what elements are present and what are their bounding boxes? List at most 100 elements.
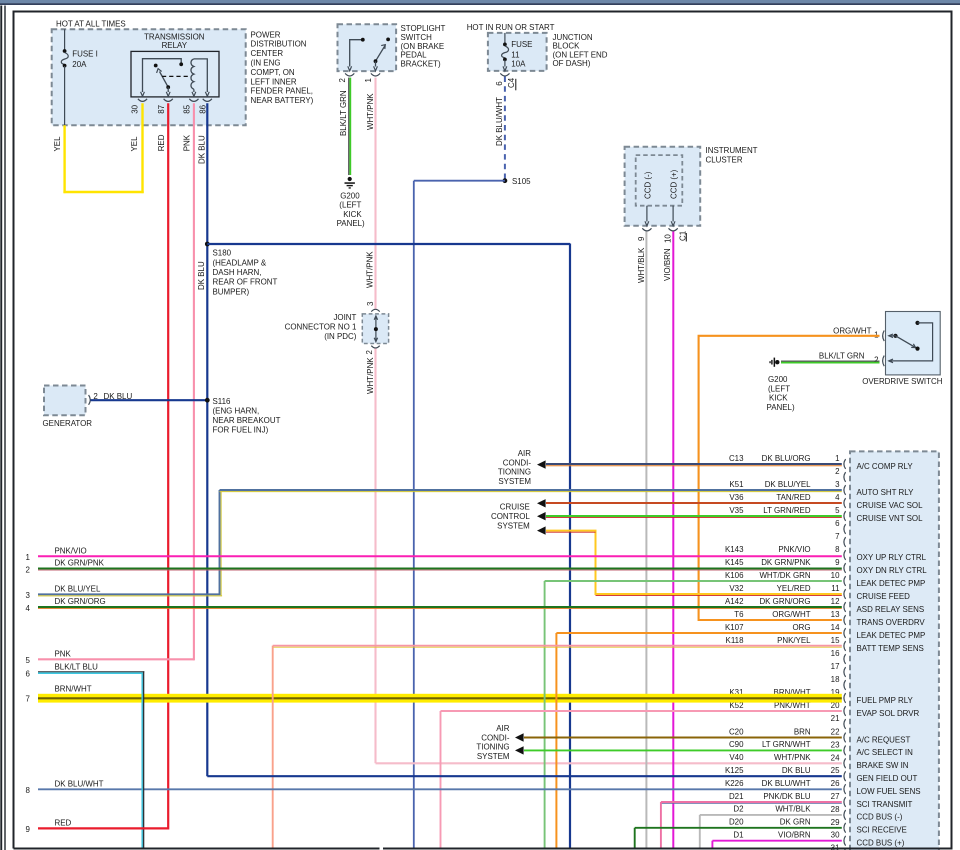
svg-text:7: 7 [26,695,31,704]
svg-text:FUSE: FUSE [511,40,532,49]
svg-text:28: 28 [831,805,840,814]
svg-text:20A: 20A [72,60,87,69]
svg-text:DK BLU/YEL: DK BLU/YEL [765,480,811,489]
svg-text:OXY UP RLY CTRL: OXY UP RLY CTRL [857,553,927,562]
svg-text:ORG: ORG [793,623,811,632]
svg-text:FOR FUEL INJ): FOR FUEL INJ) [213,426,269,435]
svg-text:10: 10 [663,234,672,243]
svg-text:LEFT INNER: LEFT INNER [251,77,297,86]
svg-text:K145: K145 [725,558,744,567]
svg-text:FENDER PANEL,: FENDER PANEL, [251,87,313,96]
svg-text:ORG/WHT: ORG/WHT [833,327,872,336]
svg-text:A/C COMP RLY: A/C COMP RLY [857,462,914,471]
svg-text:29: 29 [831,818,840,827]
svg-text:HOT AT ALL TIMES: HOT AT ALL TIMES [56,19,126,28]
svg-text:WHT/PNK: WHT/PNK [366,93,375,130]
svg-text:3: 3 [366,301,375,306]
svg-text:K107: K107 [725,623,744,632]
svg-text:(IN PDC): (IN PDC) [324,332,357,341]
svg-text:DK BLU/WHT: DK BLU/WHT [762,779,811,788]
svg-text:11: 11 [831,584,840,593]
svg-text:25: 25 [831,766,840,775]
svg-text:D1: D1 [733,831,744,840]
svg-text:D2: D2 [733,805,744,814]
svg-text:DK BLU/YEL: DK BLU/YEL [55,584,101,593]
svg-text:K106: K106 [725,571,744,580]
svg-text:RED: RED [55,819,72,828]
svg-text:9: 9 [26,825,31,834]
svg-text:2: 2 [338,78,347,83]
svg-text:18: 18 [831,675,840,684]
svg-text:V36: V36 [729,493,744,502]
svg-text:A142: A142 [725,597,744,606]
svg-text:T6: T6 [734,610,744,619]
svg-text:6: 6 [495,81,504,86]
svg-text:PANEL): PANEL) [337,219,365,228]
svg-text:KICK: KICK [769,394,788,403]
svg-text:PEDAL: PEDAL [401,51,428,60]
svg-text:CENTER: CENTER [251,49,284,58]
svg-text:BRACKET): BRACKET) [401,59,441,68]
svg-text:C13: C13 [729,454,744,463]
svg-text:CCD (+): CCD (+) [669,169,678,199]
svg-text:(LEFT: (LEFT [339,201,361,210]
svg-text:26: 26 [831,779,840,788]
svg-text:BLOCK: BLOCK [553,42,581,51]
svg-text:AIR: AIR [496,724,509,733]
svg-text:SWITCH: SWITCH [401,33,433,42]
svg-text:(LEFT: (LEFT [768,384,790,393]
svg-text:OVERDRIVE SWITCH: OVERDRIVE SWITCH [862,377,943,386]
svg-text:BLK/LT GRN: BLK/LT GRN [339,90,348,136]
svg-text:YEL/RED: YEL/RED [777,584,811,593]
svg-text:STOPLIGHT: STOPLIGHT [401,24,446,33]
svg-text:CRUISE VNT SOL: CRUISE VNT SOL [857,514,924,523]
svg-text:13: 13 [831,610,840,619]
svg-text:BUMPER): BUMPER) [213,287,250,296]
svg-text:5: 5 [835,506,840,515]
svg-text:PNK/YEL: PNK/YEL [777,636,811,645]
svg-text:17: 17 [831,662,840,671]
svg-text:30: 30 [131,104,140,113]
svg-text:WHT/PNK: WHT/PNK [365,251,374,288]
svg-text:PNK/VIO: PNK/VIO [778,545,810,554]
svg-text:YEL: YEL [130,136,139,152]
svg-text:BRN: BRN [794,727,811,736]
svg-text:8: 8 [835,545,840,554]
svg-text:CONDI-: CONDI- [481,733,510,742]
svg-text:CONDI-: CONDI- [503,458,532,467]
svg-text:DK GRN/PNK: DK GRN/PNK [761,558,811,567]
svg-text:24: 24 [831,753,840,762]
svg-text:K118: K118 [726,636,745,645]
svg-text:9: 9 [637,236,646,241]
svg-text:GENERATOR: GENERATOR [43,419,93,428]
svg-text:BRAKE SW IN: BRAKE SW IN [857,761,909,770]
svg-text:(HEADLAMP &: (HEADLAMP & [213,258,267,267]
svg-text:WHT/PNK: WHT/PNK [774,753,811,762]
svg-text:AIR: AIR [518,449,531,458]
svg-text:3: 3 [26,591,31,600]
svg-text:S180: S180 [213,249,232,258]
svg-text:PNK: PNK [182,134,191,151]
svg-text:12: 12 [831,597,840,606]
svg-text:DK GRN/ORG: DK GRN/ORG [55,597,106,606]
svg-text:10: 10 [831,571,840,580]
svg-text:AUTO SHT RLY: AUTO SHT RLY [857,488,915,497]
svg-text:LOW FUEL SENS: LOW FUEL SENS [857,787,921,796]
svg-text:CONTROL: CONTROL [491,512,530,521]
svg-text:CCD (-): CCD (-) [644,171,653,199]
svg-text:DK BLU: DK BLU [197,135,206,164]
svg-text:K226: K226 [725,779,744,788]
svg-text:RELAY: RELAY [162,41,188,50]
svg-text:DK BLU/WHT: DK BLU/WHT [495,97,504,146]
svg-text:LT GRN/WHT: LT GRN/WHT [762,740,811,749]
svg-text:DK GRN: DK GRN [780,818,811,827]
svg-text:ORG/WHT: ORG/WHT [772,610,811,619]
svg-text:OXY DN RLY CTRL: OXY DN RLY CTRL [857,566,928,575]
svg-text:V40: V40 [729,753,744,762]
svg-text:LT GRN/RED: LT GRN/RED [763,506,811,515]
svg-text:CRUISE VAC SOL: CRUISE VAC SOL [857,501,924,510]
svg-text:(ON LEFT END: (ON LEFT END [553,50,608,59]
svg-text:POWER: POWER [251,30,281,39]
svg-text:(IN ENG: (IN ENG [251,59,281,68]
svg-text:D21: D21 [729,792,744,801]
